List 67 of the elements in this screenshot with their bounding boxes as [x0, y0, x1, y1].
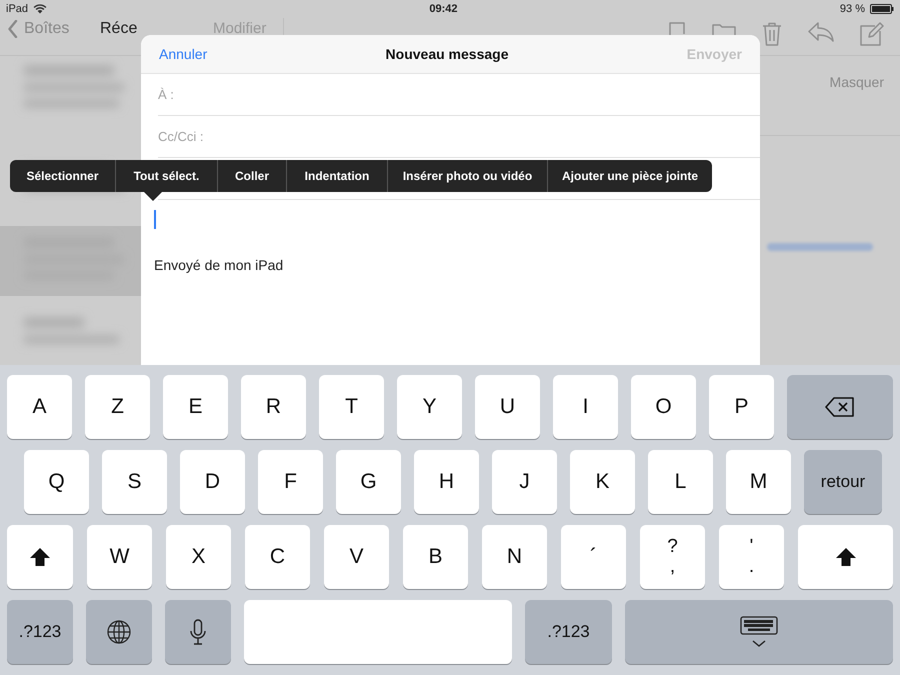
letter-key[interactable]: R [241, 375, 306, 439]
letter-key[interactable]: Z [85, 375, 150, 439]
back-chevron-icon [8, 20, 18, 38]
letter-key[interactable]: F [258, 450, 323, 514]
letter-key[interactable]: J [492, 450, 557, 514]
letter-key[interactable]: E [163, 375, 228, 439]
letter-key[interactable]: I [553, 375, 618, 439]
letter-key[interactable]: B [403, 525, 468, 589]
letter-key[interactable]: C [245, 525, 310, 589]
letter-key[interactable]: G [336, 450, 401, 514]
numbers-key[interactable]: .?123 [7, 600, 73, 664]
battery-percent: 93 % [840, 3, 865, 15]
globe-key[interactable] [86, 600, 152, 664]
letter-key[interactable]: M [726, 450, 791, 514]
delete-icon [825, 397, 855, 417]
device-name: iPad [6, 3, 28, 15]
menu-item[interactable]: Coller [218, 160, 287, 192]
letter-key[interactable]: N [482, 525, 547, 589]
letter-key[interactable]: H [414, 450, 479, 514]
letter-key[interactable]: S [102, 450, 167, 514]
shift-icon [29, 547, 51, 567]
mailbox-title: Réce [100, 20, 138, 38]
flag-icon[interactable] [668, 22, 686, 36]
reply-icon[interactable] [808, 22, 834, 42]
menu-item[interactable]: Ajouter une pièce jointe [548, 160, 712, 192]
microphone-icon [190, 619, 206, 645]
letter-key[interactable]: A [7, 375, 72, 439]
letter-key[interactable]: Y [397, 375, 462, 439]
letter-key[interactable]: D [180, 450, 245, 514]
delete-key[interactable] [787, 375, 893, 439]
letter-key[interactable]: Q [24, 450, 89, 514]
text-cursor [154, 210, 156, 229]
wifi-icon [33, 4, 48, 14]
punctuation-key[interactable]: ? , [640, 525, 705, 589]
letter-key[interactable]: V [324, 525, 389, 589]
hide-keyboard-key[interactable] [625, 600, 893, 664]
return-key[interactable]: retour [804, 450, 882, 514]
menu-item[interactable]: Indentation [287, 160, 388, 192]
numbers-key[interactable]: .?123 [525, 600, 612, 664]
letter-key[interactable]: W [87, 525, 152, 589]
shift-key[interactable] [7, 525, 73, 589]
letter-key[interactable]: K [570, 450, 635, 514]
field-label: Cc/Cci : [158, 129, 204, 144]
shift-icon [834, 547, 856, 567]
globe-icon [107, 620, 131, 644]
signature-text: Envoyé de mon iPad [154, 257, 284, 273]
battery-icon [870, 4, 894, 14]
menu-item[interactable]: Insérer photo ou vidéo [388, 160, 548, 192]
punctuation-key[interactable]: ' . [719, 525, 784, 589]
menu-item[interactable]: Sélectionner [10, 160, 116, 192]
trash-icon[interactable] [762, 22, 782, 46]
letter-key[interactable]: ´ [561, 525, 626, 589]
clock-time: 09:42 [429, 3, 458, 15]
letter-key[interactable]: U [475, 375, 540, 439]
letter-key[interactable]: L [648, 450, 713, 514]
cancel-button[interactable]: Annuler [159, 46, 208, 62]
folder-icon[interactable] [712, 22, 736, 36]
keyboard-hide-icon [740, 616, 778, 648]
microphone-key[interactable] [165, 600, 231, 664]
field-label: À : [158, 87, 174, 102]
shift-key[interactable] [798, 525, 893, 589]
compose-title: Nouveau message [386, 46, 508, 62]
compose-icon[interactable] [860, 22, 884, 46]
letter-key[interactable]: P [709, 375, 774, 439]
letter-key[interactable]: X [166, 525, 231, 589]
letter-key[interactable]: T [319, 375, 384, 439]
letter-key[interactable]: O [631, 375, 696, 439]
